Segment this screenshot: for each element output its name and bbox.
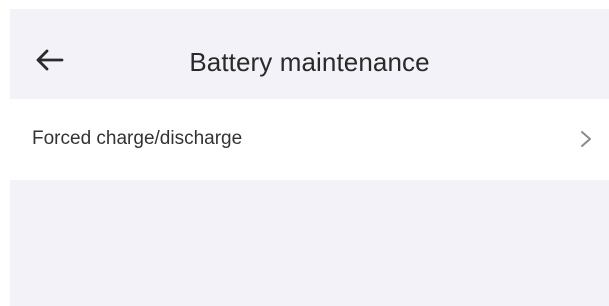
list-item-label: Forced charge/discharge bbox=[32, 128, 243, 149]
chevron-right-icon bbox=[579, 129, 593, 149]
page-title: Battery maintenance bbox=[189, 47, 430, 77]
forced-charge-discharge-item[interactable]: Forced charge/discharge bbox=[10, 99, 609, 180]
settings-list: Forced charge/discharge bbox=[10, 99, 609, 180]
top-app-bar: Battery maintenance bbox=[10, 9, 609, 99]
empty-background-area bbox=[10, 180, 609, 306]
app-screen: Battery maintenance Forced charge/discha… bbox=[0, 0, 609, 306]
